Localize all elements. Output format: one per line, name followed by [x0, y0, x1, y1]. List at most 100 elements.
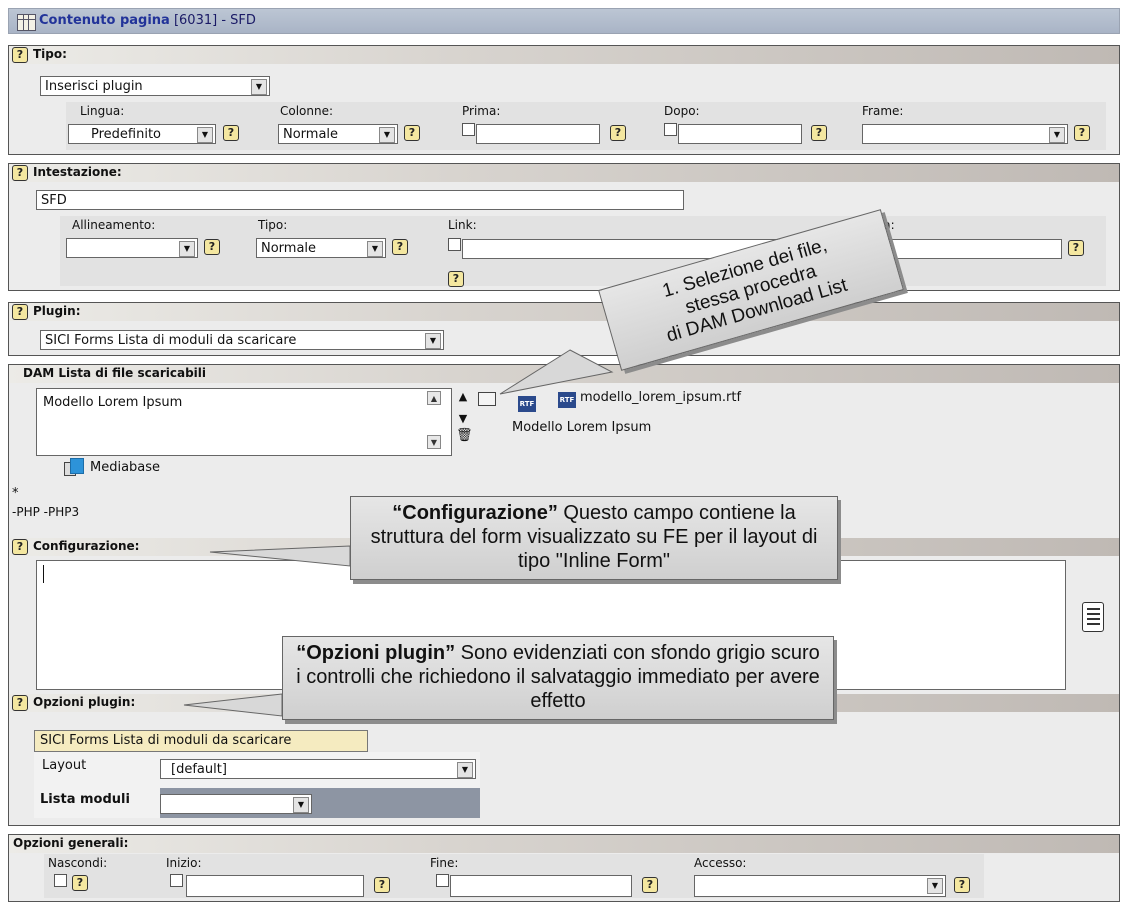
chevron-down-icon: ▼	[457, 762, 473, 778]
layout-select[interactable]: [default] ▼	[160, 759, 476, 779]
chevron-down-icon: ▼	[179, 241, 195, 257]
page-title-bar: Contenuto pagina [6031] - SFD	[8, 8, 1120, 34]
nascondi-checkbox[interactable]	[54, 874, 67, 887]
configurazione-label: Configurazione:	[33, 539, 140, 553]
help-icon[interactable]: ?	[204, 239, 220, 255]
dam-label: DAM Lista di file scaricabili	[23, 366, 207, 380]
help-icon[interactable]: ?	[12, 695, 28, 711]
help-icon[interactable]: ?	[72, 875, 88, 891]
help-icon[interactable]: ?	[954, 877, 970, 893]
dam-star: *	[12, 486, 19, 501]
prima-checkbox[interactable]	[462, 123, 475, 136]
frame-label: Frame:	[862, 104, 904, 118]
fine-label: Fine:	[430, 856, 459, 870]
arrow-down-icon[interactable]: ▼	[427, 435, 441, 449]
help-icon[interactable]: ?	[1068, 240, 1084, 256]
opzioni-plugin-label: Opzioni plugin:	[33, 695, 136, 709]
tipo-label: Tipo:	[33, 47, 67, 61]
link-label: Link:	[448, 218, 477, 232]
lingua-label: Lingua:	[80, 104, 125, 118]
mediabase-icon[interactable]	[64, 458, 86, 478]
prima-label: Prima:	[462, 104, 501, 118]
intestazione-header: Intestazione:	[9, 164, 1119, 182]
dam-header: DAM Lista di file scaricabili	[9, 365, 1119, 383]
dam-file-title: Modello Lorem Ipsum	[512, 420, 652, 435]
type-select[interactable]: Inserisci plugin ▼	[40, 76, 270, 96]
fine-input[interactable]	[450, 875, 632, 897]
arrow-up-icon[interactable]: ▲	[427, 391, 441, 405]
generali-label: Opzioni generali:	[13, 836, 129, 850]
dopo-label: Dopo:	[664, 104, 700, 118]
plugin-header: Plugin:	[9, 303, 1119, 321]
php-note: -PHP -PHP3	[12, 505, 80, 519]
generali-header: Opzioni generali:	[9, 835, 1119, 853]
chevron-down-icon: ▼	[425, 333, 441, 349]
tipo-header: Tipo:	[9, 46, 1119, 64]
chevron-down-icon: ▼	[251, 79, 267, 95]
help-icon[interactable]: ?	[392, 239, 408, 255]
layout-label: Layout	[42, 758, 87, 773]
help-icon[interactable]: ?	[12, 539, 28, 555]
chevron-down-icon: ▼	[379, 127, 395, 143]
chevron-down-icon: ▼	[367, 241, 383, 257]
configurazione-callout: “Configurazione” Questo campo contiene l…	[350, 496, 838, 580]
config-callout-title: “Configurazione”	[392, 502, 558, 524]
trash-icon[interactable]: 🗑	[456, 428, 473, 446]
frame-select[interactable]: ▼	[862, 124, 1068, 144]
intestazione-tipo-label: Tipo:	[258, 218, 288, 232]
dam-file-name: modello_lorem_ipsum.rtf	[580, 390, 742, 405]
dam-list-item[interactable]: Modello Lorem Ipsum	[43, 395, 182, 410]
help-icon[interactable]: ?	[811, 125, 827, 141]
help-icon[interactable]: ?	[374, 877, 390, 893]
help-icon[interactable]: ?	[448, 271, 464, 287]
chevron-down-icon: ▼	[927, 878, 943, 894]
dopo-input[interactable]	[678, 124, 802, 144]
nascondi-label: Nascondi:	[48, 856, 108, 870]
intestazione-input[interactable]: SFD	[36, 190, 684, 210]
help-icon[interactable]: ?	[12, 304, 28, 320]
opzioni-callout-title: “Opzioni plugin”	[296, 642, 456, 664]
help-icon[interactable]: ?	[12, 165, 28, 181]
help-icon[interactable]: ?	[12, 47, 28, 63]
fine-checkbox[interactable]	[436, 874, 449, 887]
help-icon[interactable]: ?	[404, 125, 420, 141]
wizard-icon[interactable]	[1082, 602, 1104, 632]
inizio-checkbox[interactable]	[170, 874, 183, 887]
folder-icon[interactable]	[478, 392, 496, 406]
lingua-select[interactable]: Predefinito ▼	[68, 124, 216, 144]
chevron-down-icon: ▼	[293, 797, 309, 813]
inizio-input[interactable]	[186, 875, 364, 897]
intestazione-tipo-select[interactable]: Normale ▼	[256, 238, 386, 258]
chevron-down-icon: ▼	[1049, 127, 1065, 143]
move-up-icon[interactable]: ▲	[456, 390, 470, 404]
intestazione-value: SFD	[41, 193, 67, 208]
inizio-label: Inizio:	[166, 856, 202, 870]
move-down-icon[interactable]: ▼	[456, 412, 470, 426]
dam-file-list[interactable]: Modello Lorem Ipsum ▲ ▼	[36, 388, 452, 456]
tab-sici-forms[interactable]: SICI Forms Lista di moduli da scaricare	[34, 730, 368, 752]
help-icon[interactable]: ?	[223, 125, 239, 141]
rtf-file-icon: RTF	[518, 396, 536, 412]
dopo-checkbox[interactable]	[664, 123, 677, 136]
opzioni-plugin-callout: “Opzioni plugin” Sono evidenziati con sf…	[282, 636, 834, 720]
lista-moduli-select[interactable]: ▼	[160, 794, 312, 814]
page-title: Contenuto pagina [6031] - SFD	[39, 13, 256, 28]
link-checkbox[interactable]	[448, 238, 461, 251]
lista-moduli-label: Lista moduli	[40, 792, 130, 807]
colonne-select[interactable]: Normale ▼	[278, 124, 398, 144]
help-icon[interactable]: ?	[610, 125, 626, 141]
mediabase-label[interactable]: Mediabase	[90, 460, 160, 475]
intestazione-label: Intestazione:	[33, 165, 122, 179]
accesso-select[interactable]: ▼	[694, 875, 946, 897]
help-icon[interactable]: ?	[1074, 125, 1090, 141]
accesso-label: Accesso:	[694, 856, 747, 870]
help-icon[interactable]: ?	[642, 877, 658, 893]
allineamento-select[interactable]: ▼	[66, 238, 198, 258]
data-input[interactable]	[876, 239, 1062, 259]
rtf-file-icon: RTF	[558, 392, 576, 408]
prima-input[interactable]	[476, 124, 600, 144]
colonne-label: Colonne:	[280, 104, 334, 118]
plugin-select[interactable]: SICI Forms Lista di moduli da scaricare ▼	[40, 330, 444, 350]
plugin-label: Plugin:	[33, 304, 81, 318]
text-cursor	[43, 565, 44, 583]
